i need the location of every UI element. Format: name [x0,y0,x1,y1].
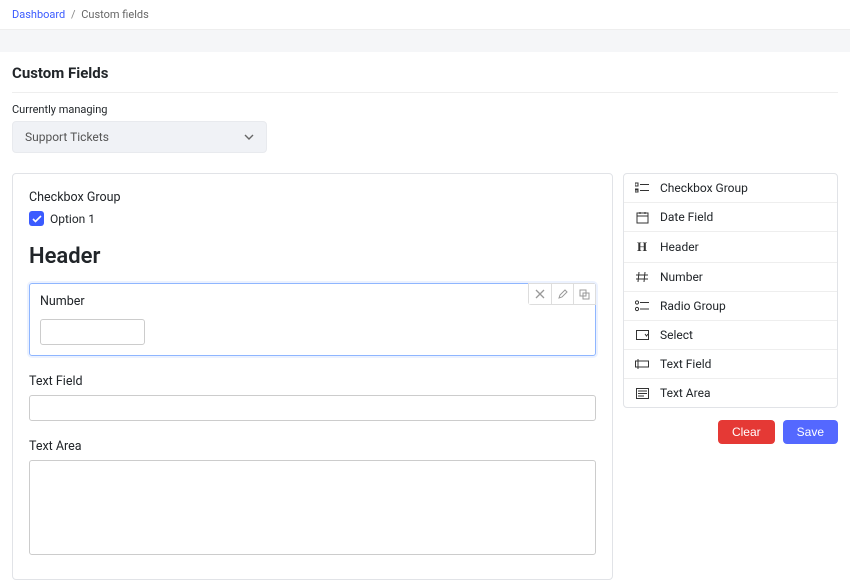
palette-item-text-field[interactable]: Text Field [624,350,837,379]
palette-item-radio-group[interactable]: Radio Group [624,292,837,321]
breadcrumb-current: Custom fields [81,8,149,21]
breadcrumb: Dashboard / Custom fields [0,0,850,30]
palette-item-header[interactable]: H Header [624,232,837,263]
field-header[interactable]: Header [29,244,596,269]
palette-item-label: Radio Group [660,299,726,313]
divider [12,92,838,93]
pencil-icon [558,289,568,299]
palette-item-checkbox-group[interactable]: Checkbox Group [624,174,837,203]
close-icon [535,289,545,299]
palette-item-label: Text Field [660,357,711,371]
checkbox-list-icon [634,182,650,194]
text-area-icon [634,388,650,399]
palette-item-number[interactable]: Number [624,263,837,292]
copy-icon [579,289,590,300]
palette-item-label: Checkbox Group [660,181,748,195]
palette-item-text-area[interactable]: Text Area [624,379,837,407]
number-input[interactable] [40,319,145,345]
breadcrumb-root-link[interactable]: Dashboard [12,8,65,21]
managing-label: Currently managing [12,103,838,116]
palette-item-label: Text Area [660,386,710,400]
check-icon [32,215,42,223]
field-checkbox-group[interactable]: Checkbox Group Option 1 [29,190,596,226]
select-icon [634,330,650,341]
save-button[interactable]: Save [783,420,838,444]
textfield-input[interactable] [29,395,596,421]
page-title: Custom Fields [12,64,838,82]
palette-item-label: Select [660,328,693,342]
field-copy-button[interactable] [573,284,595,304]
field-remove-button[interactable] [529,284,551,304]
clear-button[interactable]: Clear [718,420,775,444]
managing-selected-value: Support Tickets [25,130,109,144]
managing-select[interactable]: Support Tickets [12,121,267,153]
number-label: Number [40,294,585,309]
field-palette: Checkbox Group Date Field H Header [623,173,838,408]
header-icon: H [634,239,650,255]
radio-list-icon [634,300,650,312]
textarea-input[interactable] [29,460,596,555]
palette-item-label: Header [660,240,699,254]
palette-item-select[interactable]: Select [624,321,837,350]
palette-item-date-field[interactable]: Date Field [624,203,837,232]
form-canvas: Checkbox Group Option 1 Header [12,173,613,580]
textarea-label: Text Area [29,439,596,454]
textfield-label: Text Field [29,374,596,389]
field-number-selected[interactable]: Number [29,283,596,356]
checkbox-option-1-label: Option 1 [50,212,95,226]
checkbox-option-1[interactable] [29,211,44,226]
calendar-icon [634,211,650,224]
palette-item-label: Date Field [660,210,713,224]
field-toolbar [528,283,596,305]
chevron-down-icon [244,134,254,140]
field-text-field[interactable]: Text Field [29,374,596,421]
header-greyband [0,30,850,52]
field-edit-button[interactable] [551,284,573,304]
palette-item-label: Number [660,270,703,284]
field-text-area[interactable]: Text Area [29,439,596,559]
hash-icon [634,271,650,283]
checkbox-group-label: Checkbox Group [29,190,596,205]
text-field-icon [634,359,650,369]
